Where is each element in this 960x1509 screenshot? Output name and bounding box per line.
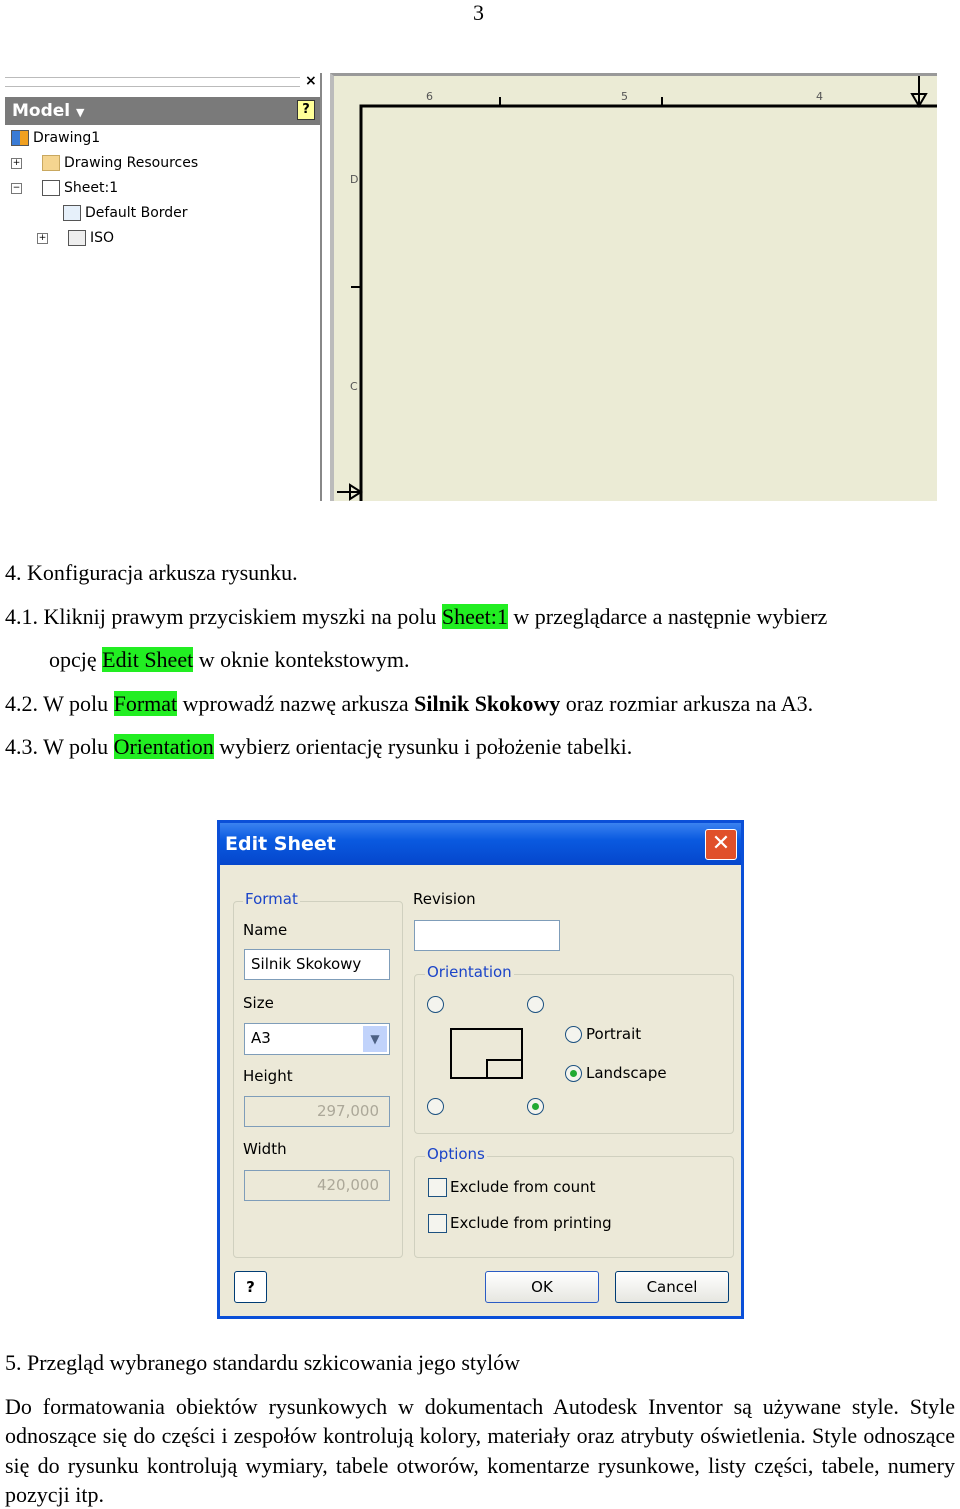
width-input: 420,000 bbox=[244, 1170, 390, 1201]
options-group bbox=[414, 1156, 734, 1258]
sheet-preview-icon bbox=[450, 1028, 523, 1079]
size-select[interactable]: A3 ▼ bbox=[244, 1023, 390, 1055]
collapse-icon[interactable]: − bbox=[11, 182, 22, 194]
drawing-sheet: 6 5 4 D C bbox=[330, 73, 937, 501]
tree-label: Drawing1 bbox=[33, 130, 101, 146]
name-input[interactable]: Silnik Skokowy bbox=[244, 949, 390, 980]
landscape-radio[interactable] bbox=[565, 1065, 582, 1082]
step-4-1-cont: opcję Edit Sheet w oknie kontekstowym. bbox=[49, 647, 410, 672]
dialog-titlebar[interactable]: Edit Sheet bbox=[220, 823, 741, 865]
section-4-heading: 4. Konfiguracja arkusza rysunku. bbox=[5, 560, 298, 585]
section-5-paragraph: Do formatowania obiektów rysunkowych w d… bbox=[5, 1394, 955, 1507]
ok-button[interactable]: OK bbox=[485, 1271, 599, 1303]
model-browser-panel: × Model ▼ ? Drawing1 + Drawing Resources … bbox=[5, 73, 322, 501]
size-value: A3 bbox=[251, 1029, 271, 1047]
position-top-right-radio[interactable] bbox=[527, 996, 544, 1013]
expand-icon[interactable]: + bbox=[11, 157, 22, 169]
position-bottom-left-radio[interactable] bbox=[427, 1098, 444, 1115]
chevron-down-icon: ▼ bbox=[76, 106, 85, 119]
browser-tree: Drawing1 + Drawing Resources − Sheet:1 Def… bbox=[11, 128, 198, 248]
row-label: C bbox=[350, 380, 358, 393]
expand-icon[interactable]: + bbox=[37, 232, 48, 244]
cancel-button[interactable]: Cancel bbox=[615, 1271, 729, 1303]
step-4-1: 4.1. Kliknij prawym przyciskiem myszki n… bbox=[5, 604, 828, 629]
width-label: Width bbox=[243, 1140, 287, 1158]
exclude-count-label[interactable]: Exclude from count bbox=[450, 1178, 596, 1196]
orientation-group-label: Orientation bbox=[425, 963, 514, 981]
exclude-printing-label[interactable]: Exclude from printing bbox=[450, 1214, 612, 1232]
step-4-2: 4.2. W polu Format wprowadź nazwę arkusz… bbox=[5, 691, 814, 716]
tree-item-drawing1[interactable]: Drawing1 bbox=[11, 128, 198, 148]
landscape-label[interactable]: Landscape bbox=[586, 1064, 667, 1082]
revision-label: Revision bbox=[413, 890, 476, 908]
column-label: 5 bbox=[621, 90, 628, 103]
row-label: D bbox=[350, 173, 359, 186]
tree-item-iso[interactable]: + ISO bbox=[11, 228, 198, 248]
position-top-left-radio[interactable] bbox=[427, 996, 444, 1013]
position-bottom-right-radio[interactable] bbox=[527, 1098, 544, 1115]
revision-input[interactable] bbox=[414, 920, 560, 951]
drawing-icon bbox=[11, 130, 29, 146]
tree-label: ISO bbox=[90, 230, 115, 246]
panel-grip[interactable] bbox=[5, 77, 300, 87]
help-button[interactable]: ? bbox=[234, 1271, 267, 1303]
portrait-radio[interactable] bbox=[565, 1026, 582, 1043]
column-label: 4 bbox=[816, 90, 823, 103]
page-number: 3 bbox=[473, 0, 484, 25]
portrait-label[interactable]: Portrait bbox=[586, 1025, 641, 1043]
height-label: Height bbox=[243, 1067, 293, 1085]
help-icon[interactable]: ? bbox=[297, 100, 315, 120]
close-button[interactable]: ✕ bbox=[705, 829, 737, 860]
tree-label: Drawing Resources bbox=[64, 155, 199, 171]
tree-label: Sheet:1 bbox=[64, 180, 119, 196]
tree-item-default-border[interactable]: Default Border bbox=[11, 203, 198, 223]
exclude-printing-checkbox[interactable] bbox=[428, 1214, 447, 1233]
name-label: Name bbox=[243, 921, 288, 939]
close-icon[interactable]: × bbox=[305, 73, 317, 89]
sheet-border bbox=[337, 76, 937, 501]
folder-icon bbox=[42, 155, 60, 171]
chevron-down-icon[interactable]: ▼ bbox=[363, 1026, 387, 1052]
size-label: Size bbox=[243, 994, 274, 1012]
step-4-3: 4.3. W polu Orientation wybierz orientac… bbox=[5, 734, 633, 759]
exclude-count-checkbox[interactable] bbox=[428, 1178, 447, 1197]
edit-sheet-dialog: Edit Sheet ✕ Format Name Silnik Skokowy … bbox=[217, 820, 744, 1319]
tree-label: Default Border bbox=[85, 205, 188, 221]
border-icon bbox=[63, 205, 81, 221]
options-group-label: Options bbox=[425, 1145, 487, 1163]
browser-title: Model bbox=[12, 101, 71, 121]
format-group-label: Format bbox=[243, 890, 300, 908]
title-block-icon bbox=[68, 230, 86, 246]
center-mark-icon bbox=[910, 76, 928, 108]
height-input: 297,000 bbox=[244, 1096, 390, 1127]
tree-item-sheet1[interactable]: − Sheet:1 bbox=[11, 178, 198, 198]
tree-item-drawing-resources[interactable]: + Drawing Resources bbox=[11, 153, 198, 173]
center-mark-icon bbox=[337, 483, 363, 501]
section-5-heading: 5. Przegląd wybranego standardu szkicowa… bbox=[5, 1350, 521, 1375]
dialog-title: Edit Sheet bbox=[225, 833, 336, 855]
sheet-icon bbox=[42, 180, 60, 196]
browser-header[interactable]: Model ▼ bbox=[5, 97, 320, 125]
column-label: 6 bbox=[426, 90, 433, 103]
